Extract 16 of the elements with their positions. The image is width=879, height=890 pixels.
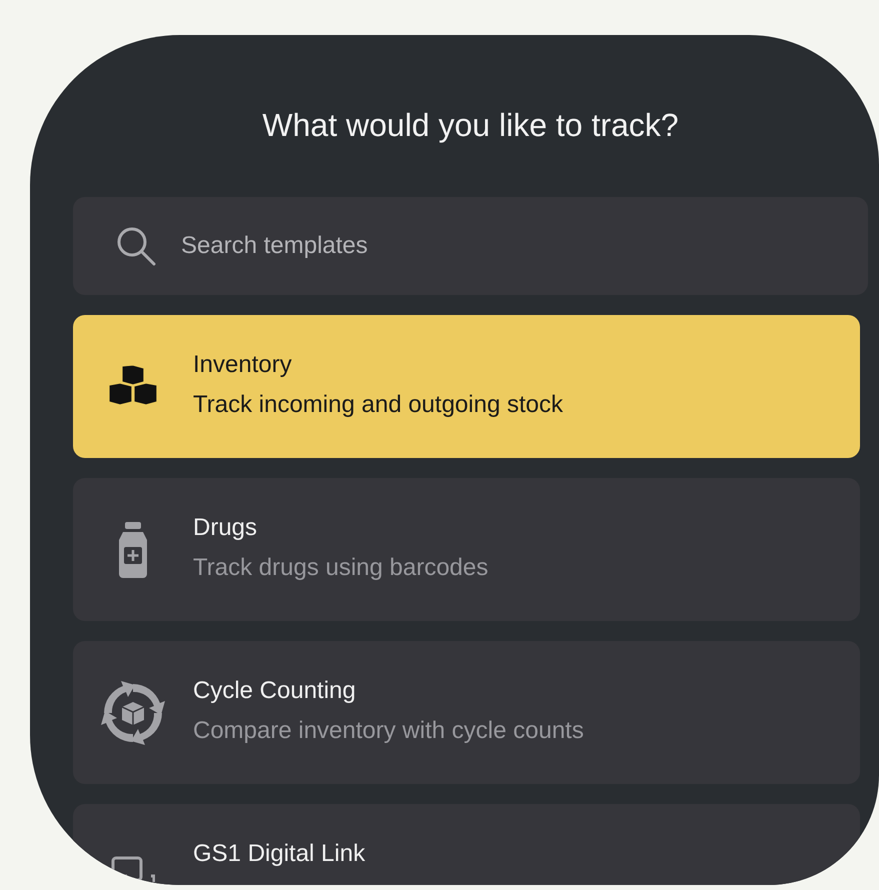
template-name: GS1 Digital Link (193, 839, 366, 869)
scan-device-icon (111, 856, 155, 885)
template-card[interactable]: Inventory Track incoming and outgoing stock (73, 315, 860, 458)
template-name: Cycle Counting (193, 676, 357, 706)
search-icon (115, 225, 157, 267)
medicine-bottle-icon (117, 522, 149, 578)
template-card[interactable]: GS1 Digital Link (73, 804, 860, 885)
template-description: Track incoming and outgoing stock (193, 390, 563, 420)
screen-title: What would you like to track? (261, 106, 680, 145)
template-name: Drugs (193, 513, 258, 543)
template-card[interactable]: Cycle Counting Compare inventory with cycle counts (73, 641, 860, 784)
template-name: Inventory (193, 350, 293, 380)
template-description: Compare inventory with cycle counts (193, 716, 584, 746)
template-card[interactable]: Drugs Track drugs using barcodes (73, 478, 860, 621)
template-description: Track drugs using barcodes (193, 553, 488, 583)
search-field[interactable]: Search templates (73, 197, 868, 295)
